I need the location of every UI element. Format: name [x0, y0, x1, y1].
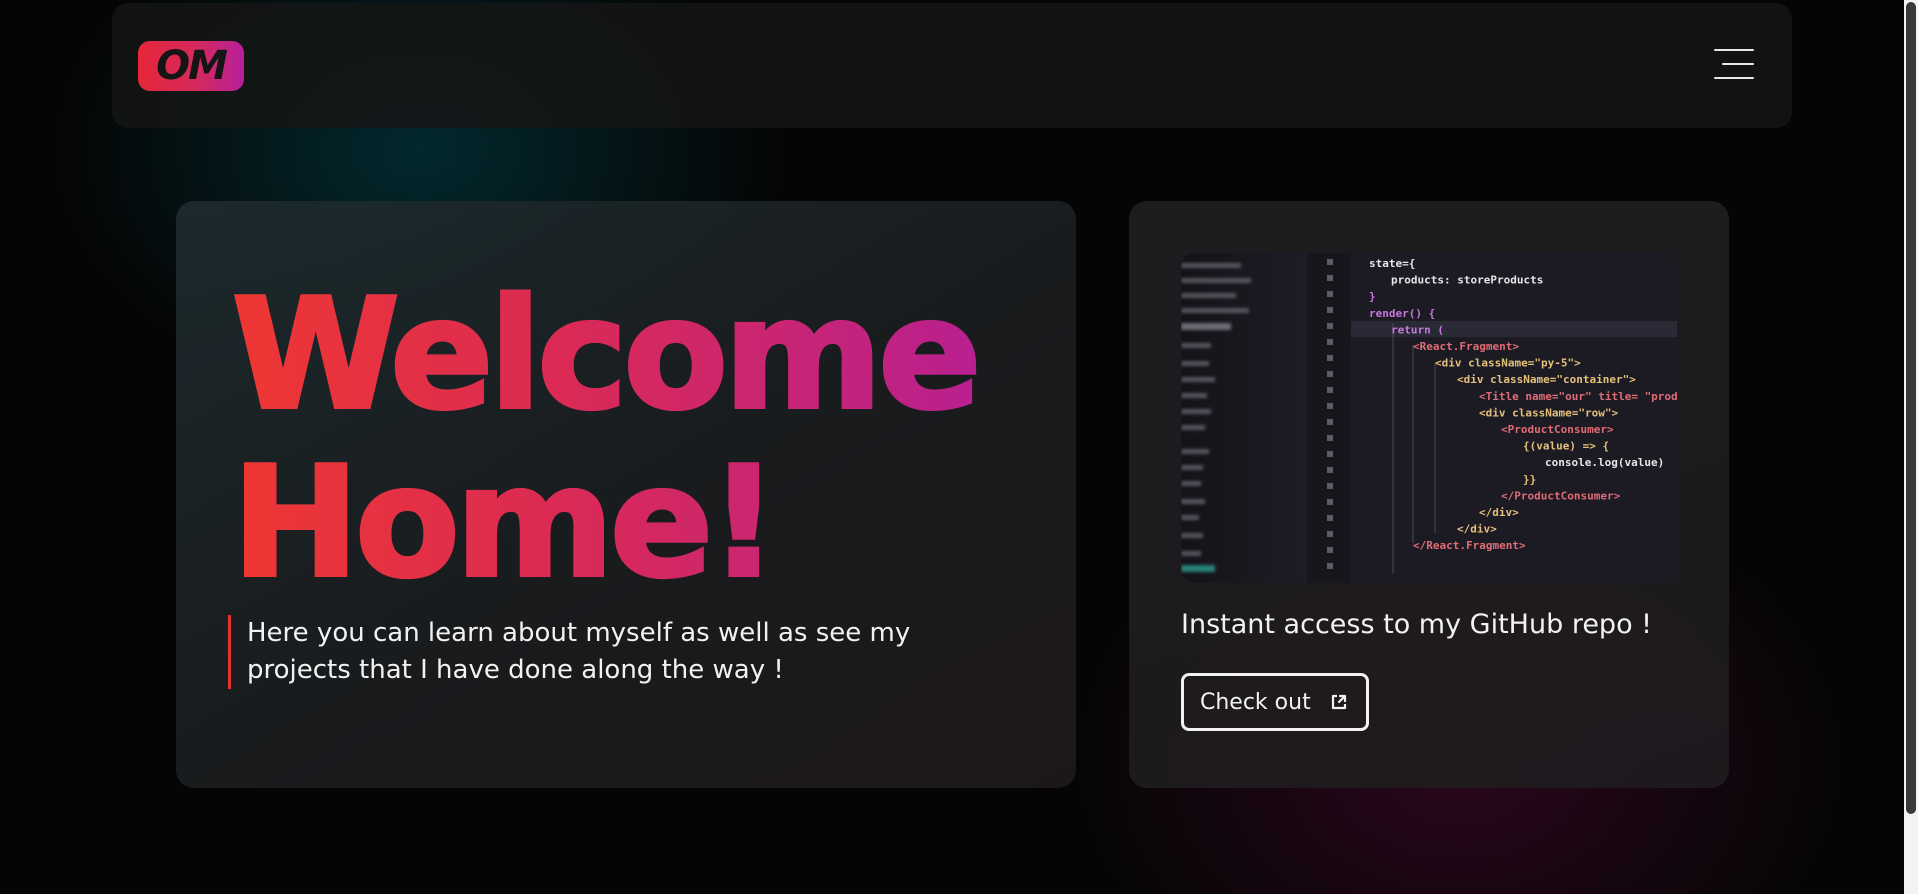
code-line: products: storeProducts: [1391, 274, 1543, 287]
code-line: <Title name="our" title= "product: [1479, 390, 1677, 403]
welcome-headline: Welcome Home!: [230, 269, 983, 609]
code-line: console.log(value): [1545, 456, 1664, 469]
code-line: <ProductConsumer>: [1501, 423, 1614, 436]
headline-line-2: Home!: [230, 434, 780, 611]
github-card: state={ products: storeProducts} render() …: [1129, 201, 1729, 788]
welcome-card: Welcome Home! Here you can learn about my…: [176, 201, 1076, 788]
logo-text: OM: [156, 43, 228, 89]
code-line: <React.Fragment>: [1413, 340, 1519, 353]
code-line: return (: [1391, 323, 1444, 336]
code-line: </ProductConsumer>: [1501, 489, 1621, 502]
headline-line-1: Welcome: [230, 266, 983, 443]
logo[interactable]: OM: [138, 41, 244, 91]
code-screenshot-image: state={ products: storeProducts} render() …: [1181, 253, 1677, 583]
code-line: </React.Fragment>: [1413, 539, 1526, 552]
code-line: <div className="py-5">: [1435, 357, 1581, 370]
code-line: render() {: [1369, 307, 1435, 320]
external-link-icon: [1329, 692, 1349, 712]
code-line: </div>: [1457, 523, 1497, 536]
scrollbar-thumb[interactable]: [1906, 2, 1916, 814]
code-line: <div className="container">: [1457, 373, 1636, 386]
intro-text: Here you can learn about myself as well …: [228, 615, 1007, 689]
code-line: </div>: [1479, 506, 1519, 519]
code-line: state={: [1369, 257, 1415, 270]
navbar: OM: [112, 3, 1792, 128]
check-out-button[interactable]: Check out: [1181, 673, 1369, 731]
scrollbar[interactable]: [1904, 0, 1918, 894]
code-line: {(value) => {: [1523, 440, 1609, 453]
code-line: }: [1369, 290, 1376, 303]
code-line: }}: [1523, 473, 1536, 486]
code-line: <div className="row">: [1479, 406, 1618, 419]
check-out-label: Check out: [1200, 689, 1311, 715]
hamburger-menu-icon[interactable]: [1710, 49, 1754, 83]
github-description: Instant access to my GitHub repo !: [1181, 609, 1652, 640]
